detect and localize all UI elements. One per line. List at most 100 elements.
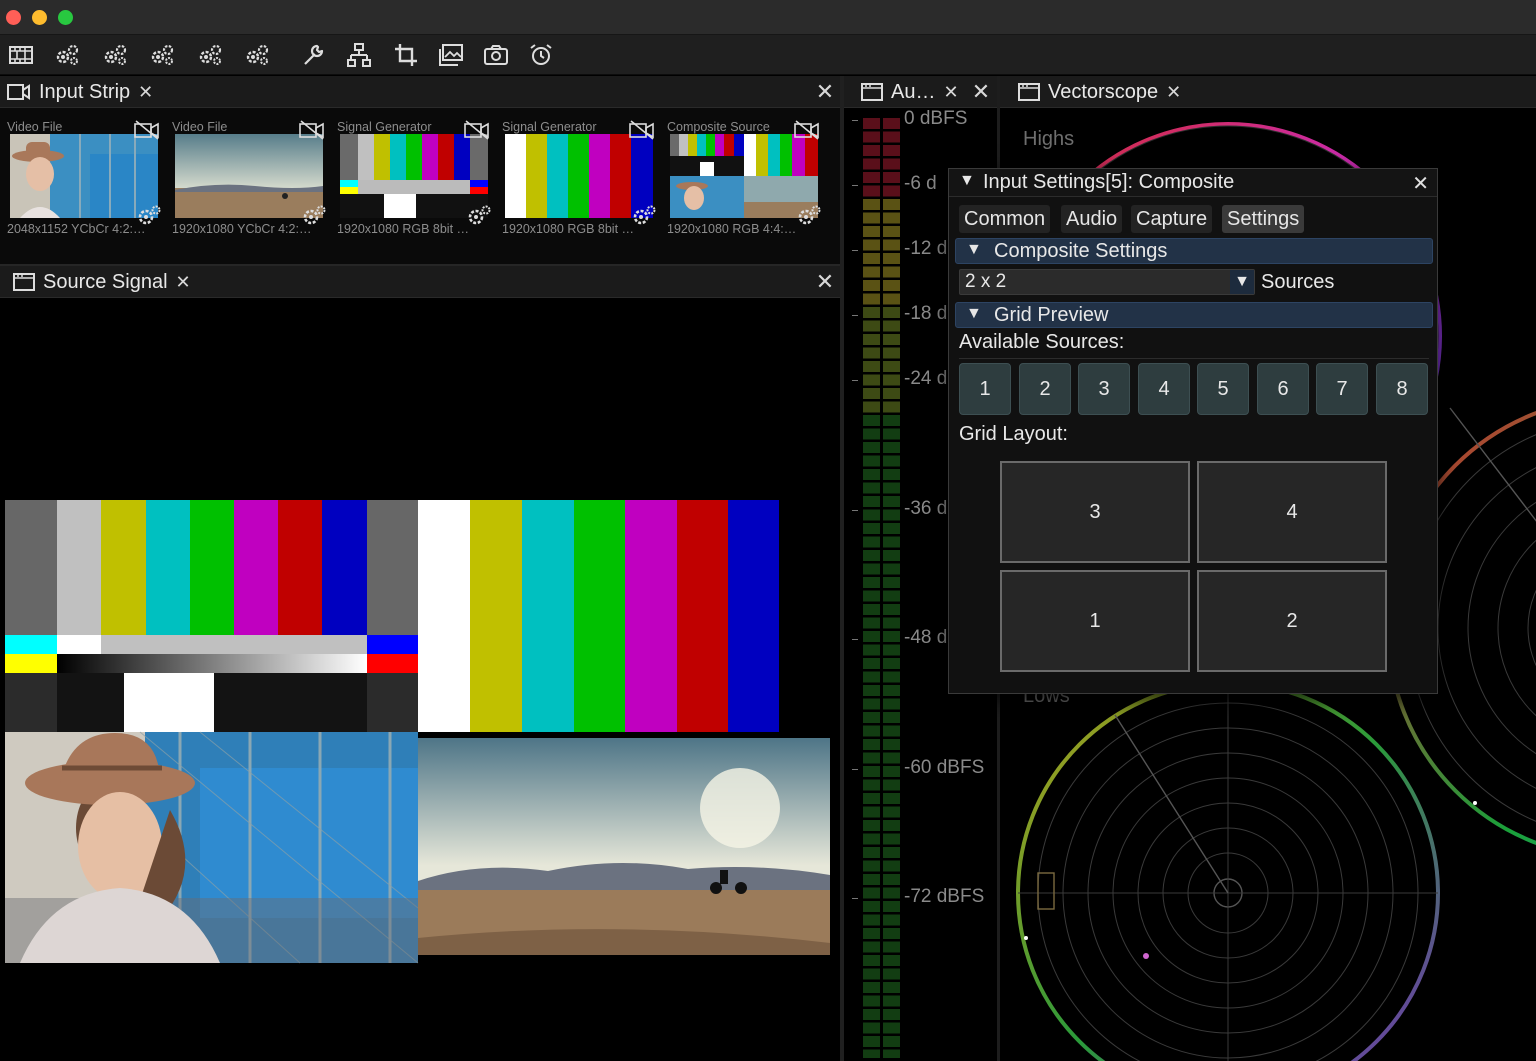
tab-common[interactable]: Common: [959, 205, 1051, 233]
meter-segment: [863, 1036, 880, 1047]
grid-cell[interactable]: 2: [1197, 570, 1387, 672]
window-icon: [1018, 83, 1040, 101]
minimize-window-button[interactable]: [32, 10, 47, 25]
source-button[interactable]: 6: [1257, 363, 1309, 415]
separator: [959, 358, 1429, 359]
meter-segment: [883, 307, 900, 318]
meter-segment: [863, 806, 880, 818]
db-label: -60 dBFS: [904, 757, 985, 778]
meter-segment: [883, 914, 900, 926]
close-panel-icon[interactable]: ✕: [813, 269, 837, 295]
meter-segment: [863, 1009, 880, 1020]
meter-segment: [863, 739, 880, 750]
grid-size-select[interactable]: 2 x 2 ▼: [959, 269, 1255, 295]
grid-cell[interactable]: 1: [1000, 570, 1190, 672]
collapse-triangle-icon: ▼: [966, 241, 982, 258]
tab-vectorscope[interactable]: Vectorscope ✕: [1018, 76, 1181, 108]
source-button[interactable]: 8: [1376, 363, 1428, 415]
meter-segment: [863, 158, 880, 170]
input-settings-dialog: ▼ Input Settings[5]: Composite ✕ Common …: [948, 168, 1438, 694]
source-button[interactable]: 1: [959, 363, 1011, 415]
meter-segment: [863, 914, 880, 926]
close-tab-icon[interactable]: ✕: [176, 272, 191, 293]
strip-item[interactable]: Composite Source 1920x1080 RGB 4:4:…: [665, 118, 825, 236]
close-window-button[interactable]: [6, 10, 21, 25]
alarm-clock-icon[interactable]: [525, 39, 557, 71]
tab-label: Input Strip: [39, 80, 131, 103]
meter-segment: [883, 212, 900, 224]
close-tab-icon[interactable]: ✕: [943, 82, 958, 103]
meter-segment: [883, 158, 900, 170]
meter-segment: [883, 671, 900, 683]
tab-audio-settings[interactable]: Audio: [1061, 205, 1123, 233]
dialog-title-bar[interactable]: ▼ Input Settings[5]: Composite ✕: [949, 169, 1437, 197]
close-panel-icon[interactable]: ✕: [969, 79, 993, 105]
meter-segment: [883, 280, 900, 291]
audio-header: Au… ✕ ✕: [844, 76, 997, 108]
meter-segment: [863, 347, 880, 359]
close-dialog-icon[interactable]: ✕: [1412, 171, 1429, 196]
grid-preview-header[interactable]: ▼ Grid Preview: [955, 302, 1433, 328]
gears-icon[interactable]: [194, 39, 226, 71]
meter-segment: [863, 793, 880, 804]
strip-item[interactable]: Signal Generator 1920x1080 RGB 8bit …: [335, 118, 495, 236]
meter-segment: [883, 982, 900, 993]
lows-scope: [1016, 681, 1440, 1061]
meter-segment: [883, 590, 900, 602]
zoom-window-button[interactable]: [58, 10, 73, 25]
source-button[interactable]: 3: [1078, 363, 1130, 415]
tab-capture[interactable]: Capture: [1131, 205, 1213, 233]
meter-segment: [883, 442, 900, 453]
grid-cell[interactable]: 4: [1197, 461, 1387, 563]
close-tab-icon[interactable]: ✕: [138, 82, 153, 103]
filmstrip-icon[interactable]: [5, 39, 37, 71]
meter-segment: [863, 199, 880, 210]
wrench-icon[interactable]: [297, 39, 329, 71]
tab-input-strip[interactable]: Input Strip ✕: [7, 76, 153, 108]
source-button[interactable]: 5: [1197, 363, 1249, 415]
meter-segment: [863, 131, 880, 143]
images-icon[interactable]: [435, 39, 467, 71]
gears-icon[interactable]: [241, 39, 273, 71]
network-icon[interactable]: [343, 39, 375, 71]
meter-segment: [863, 995, 880, 1007]
meter-segment: [863, 523, 880, 534]
meter-segment: [883, 226, 900, 237]
strip-item[interactable]: Signal Generator 1920x1080 RGB 8bit …: [500, 118, 660, 236]
source-button[interactable]: 4: [1138, 363, 1190, 415]
close-panel-icon[interactable]: ✕: [813, 79, 837, 105]
grid-size-value: 2 x 2: [965, 271, 1007, 292]
composite-preview: [5, 500, 830, 964]
strip-item[interactable]: Video File 2048x1152 YCbCr 4:2:…: [5, 118, 165, 236]
meter-segment: [883, 631, 900, 642]
meter-segment: [883, 374, 900, 386]
source-button[interactable]: 7: [1316, 363, 1368, 415]
meter-segment: [863, 820, 880, 831]
level-meter: [863, 118, 900, 1058]
meter-segment: [883, 185, 900, 197]
meter-segment: [883, 172, 900, 183]
gears-icon[interactable]: [99, 39, 131, 71]
collapse-triangle-icon[interactable]: ▼: [959, 172, 975, 190]
source-signal-header: Source Signal ✕ ✕: [0, 266, 840, 298]
tab-audio[interactable]: Au… ✕: [861, 76, 959, 108]
tab-settings[interactable]: Settings: [1222, 205, 1305, 233]
gears-icon[interactable]: [146, 39, 178, 71]
strip-item[interactable]: Video File 1920x1080 YCbCr 4:2:…: [170, 118, 330, 236]
meter-segment: [863, 145, 880, 156]
meter-segment: [883, 1049, 900, 1058]
crop-icon[interactable]: [390, 39, 422, 71]
close-tab-icon[interactable]: ✕: [1166, 82, 1181, 103]
gears-icon[interactable]: [51, 39, 83, 71]
tab-source-signal[interactable]: Source Signal ✕: [13, 266, 191, 298]
grid-cell[interactable]: 3: [1000, 461, 1190, 563]
camera-icon[interactable]: [480, 39, 512, 71]
meter-segment: [863, 266, 880, 278]
meter-segment: [883, 401, 900, 413]
meter-segment: [863, 280, 880, 291]
composite-settings-header[interactable]: ▼ Composite Settings: [955, 238, 1433, 264]
dropdown-arrow-icon[interactable]: ▼: [1230, 270, 1254, 294]
meter-segment: [883, 577, 900, 588]
source-button[interactable]: 2: [1019, 363, 1071, 415]
meter-segment: [883, 145, 900, 156]
